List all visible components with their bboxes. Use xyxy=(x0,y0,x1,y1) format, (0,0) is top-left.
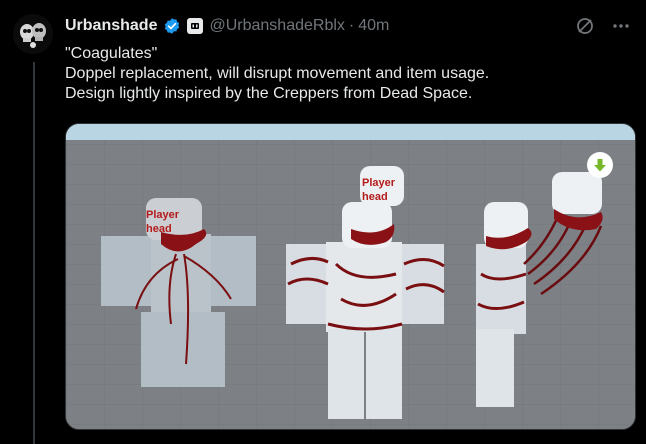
head-label: Player head xyxy=(146,208,179,236)
head-label-line: head xyxy=(362,191,388,203)
head-label-line: head xyxy=(146,223,172,235)
handle[interactable]: @UrbanshadeRblx xyxy=(209,17,344,35)
more-dots-icon[interactable] xyxy=(610,15,632,37)
post-media-image[interactable]: Player head Player head xyxy=(65,123,636,430)
separator-dot: · xyxy=(348,17,355,34)
grok-icon[interactable] xyxy=(574,15,596,37)
avatar-skull-icon xyxy=(13,14,53,54)
avatar[interactable] xyxy=(13,14,53,54)
thread-line xyxy=(33,62,35,444)
head-label-line: Player xyxy=(146,209,180,221)
post-text-line: Design lightly inspired by the Creppers … xyxy=(65,85,473,102)
post-text: "Coagulates" Doppel replacement, will di… xyxy=(65,44,625,104)
scene-render xyxy=(66,124,635,429)
download-button[interactable] xyxy=(587,152,613,178)
post-header: Urbanshade @UrbanshadeRblx · 40m xyxy=(65,14,632,38)
affiliate-badge-icon[interactable] xyxy=(187,18,204,34)
timestamp[interactable]: 40m xyxy=(358,17,389,35)
download-arrow-icon xyxy=(594,159,606,172)
display-name[interactable]: Urbanshade xyxy=(65,17,157,35)
header-actions xyxy=(574,14,632,38)
post-text-line: "Coagulates" xyxy=(65,45,158,62)
verified-badge-icon xyxy=(163,17,181,35)
head-label-line: Player xyxy=(362,177,396,189)
post-text-line: Doppel replacement, will disrupt movemen… xyxy=(65,65,490,82)
head-label: Player head xyxy=(362,176,395,204)
